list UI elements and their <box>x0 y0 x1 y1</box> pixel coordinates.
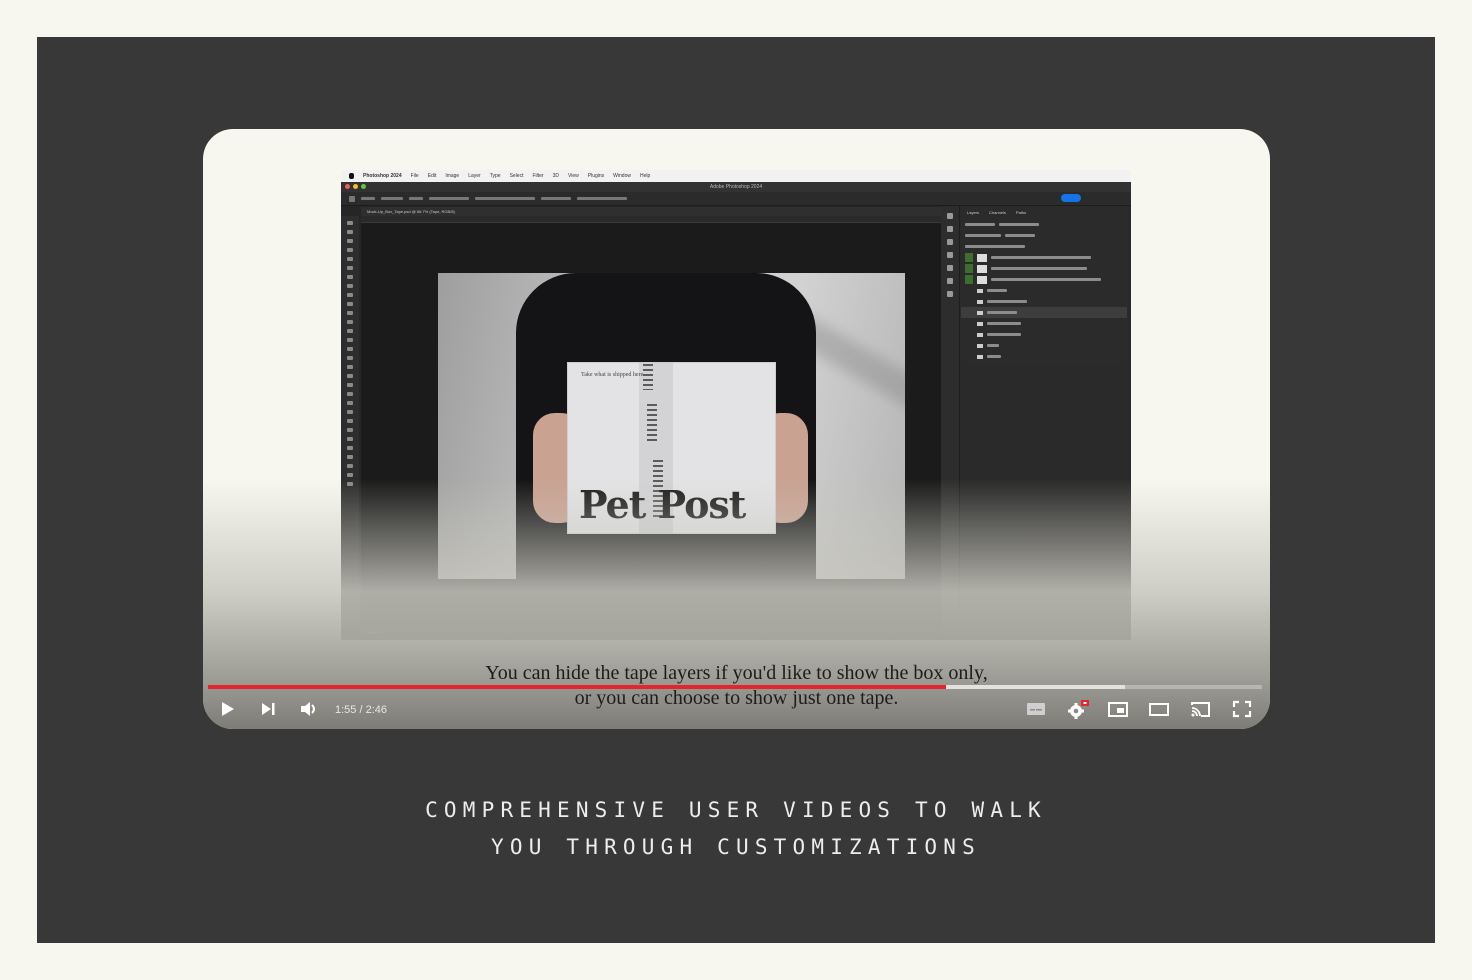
menu-item: 3D <box>552 173 560 179</box>
panel-tab: Channels <box>989 210 1006 215</box>
menu-item: Type <box>489 173 501 179</box>
home-icon <box>349 195 355 202</box>
menu-item: Layer <box>468 173 481 179</box>
zoom-dot-icon <box>361 184 366 189</box>
fullscreen-icon[interactable] <box>1231 699 1253 724</box>
menu-item: Plugins <box>587 173 605 179</box>
player-controls: 1:55 / 2:46 <box>203 695 1270 725</box>
caption-line-1: You can hide the tape layers if you'd li… <box>485 662 988 684</box>
played-bar <box>208 685 946 689</box>
window-title: Adobe Photoshop 2024 <box>341 182 1131 192</box>
play-icon[interactable] <box>219 699 237 724</box>
menu-item: File <box>410 173 419 179</box>
volume-icon[interactable] <box>299 699 319 724</box>
theater-mode-icon[interactable] <box>1148 699 1170 724</box>
apple-icon <box>349 173 354 179</box>
panel-tab: Paths <box>1015 210 1027 215</box>
layer-row <box>961 296 1127 307</box>
miniplayer-icon[interactable] <box>1107 699 1129 724</box>
time-display: 1:55 / 2:46 <box>335 704 387 716</box>
layers-panel: Layers Channels Paths <box>961 206 1127 366</box>
menu-item: Photoshop 2024 <box>363 173 402 179</box>
menu-item: Select <box>509 173 524 179</box>
headline-line-2: YOU THROUGH CUSTOMIZATIONS <box>491 835 981 859</box>
close-dot-icon <box>345 184 350 189</box>
settings-icon[interactable] <box>1066 699 1090 726</box>
progress-bar[interactable] <box>208 685 1262 689</box>
layer-row <box>961 318 1127 329</box>
layer-row <box>961 329 1127 340</box>
menu-item: Filter <box>532 173 544 179</box>
mac-menubar: Photoshop 2024 File Edit Image Layer Typ… <box>341 170 1131 182</box>
layer-row <box>961 263 1127 274</box>
next-icon[interactable] <box>259 699 277 724</box>
layer-row <box>961 351 1127 362</box>
traffic-lights <box>345 184 366 189</box>
headline-line-1: COMPREHENSIVE USER VIDEOS TO WALK <box>425 798 1047 822</box>
share-button <box>1061 194 1081 202</box>
options-bar <box>341 192 1131 206</box>
layer-row <box>961 340 1127 351</box>
cast-icon[interactable] <box>1189 699 1211 724</box>
video-player[interactable]: Photoshop 2024 File Edit Image Layer Typ… <box>203 129 1270 729</box>
layer-row <box>961 285 1127 296</box>
ruler <box>361 216 941 223</box>
layer-row <box>961 274 1127 285</box>
box-tagline: Take what is shipped here. <box>581 372 645 378</box>
panel-tab: Layers <box>967 210 980 215</box>
menu-item: Window <box>613 173 631 179</box>
menu-item: Image <box>445 173 460 179</box>
menu-item: View <box>568 173 579 179</box>
menu-item: Help <box>639 173 651 179</box>
minimize-dot-icon <box>353 184 358 189</box>
layer-row <box>961 307 1127 318</box>
menu-item: Edit <box>427 173 437 179</box>
subtitles-icon[interactable] <box>1025 699 1047 724</box>
document-tab: Mock-Up_Box_Tape.psd @ 66.7% (Tape, RGB/… <box>361 207 941 216</box>
layer-row <box>961 252 1127 263</box>
